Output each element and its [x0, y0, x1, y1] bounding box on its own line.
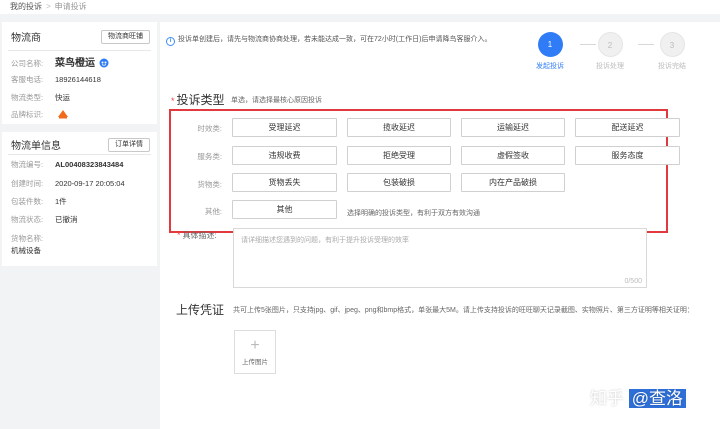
phone-label: 客服电话:	[11, 75, 44, 84]
wangwang-chat-icon[interactable]	[99, 58, 109, 70]
step-2-circle: 2	[597, 32, 623, 57]
other-hint: 选择明确的投诉类型，有利于双方有效沟通	[347, 210, 480, 217]
description-placeholder: 请详细描述您遇到的问题，有利于提升投诉受理的效率	[241, 237, 409, 244]
breadcrumb-current: 申请投诉	[54, 2, 87, 11]
count-value: 1件	[55, 197, 67, 206]
option-product-damaged[interactable]: 内在产品破损	[461, 173, 565, 192]
brand-label: 品牌标识:	[11, 110, 44, 119]
option-refuse-accept[interactable]: 拒绝受理	[347, 146, 451, 165]
goods-value: 机械设备	[11, 246, 41, 255]
carrier-panel: 物流商 物流商旺铺 公司名称: 菜鸟橙运 客服电话: 18926144618 物流类…	[2, 22, 157, 124]
watermark-text-2: @查洛	[628, 389, 686, 408]
order-goods-value-row: 机械设备	[11, 245, 41, 256]
watermark-text-1: 知乎	[590, 389, 624, 408]
complaint-form: i 投诉单创建后，请先与物流商协商处理，若未能达成一致，可在72小时(工作日)后申…	[160, 22, 720, 429]
step-3-circle: 3	[659, 32, 685, 57]
step-2-label: 投诉处理	[596, 63, 624, 70]
order-number-label: 物流编号:	[11, 160, 44, 169]
required-mark: *	[171, 96, 175, 106]
notice-bar: i 投诉单创建后，请先与物流商协商处理，若未能达成一致，可在72小时(工作日)后申…	[166, 34, 491, 46]
divider	[8, 50, 151, 51]
carrier-company-row: 公司名称: 菜鸟橙运	[11, 54, 109, 70]
description-textarea[interactable]: 请详细描述您遇到的问题，有利于提升投诉受理的效率 0/500	[233, 228, 647, 288]
option-false-sign[interactable]: 虚假签收	[461, 146, 565, 165]
description-label-text: 具体描述:	[182, 231, 217, 240]
status-value: 已撤消	[55, 215, 78, 224]
option-service-attitude[interactable]: 服务态度	[575, 146, 680, 165]
description-label: * 具体描述:	[177, 230, 217, 241]
option-accept-delay[interactable]: 受理延迟	[232, 118, 337, 137]
required-mark: *	[177, 230, 181, 240]
option-illegal-fee[interactable]: 违规收费	[232, 146, 337, 165]
option-goods-lost[interactable]: 货物丢失	[232, 173, 337, 192]
upload-hint: 共可上传5张图片，只支持jpg、gif、jpeg、png和bmp格式，单张最大5…	[233, 307, 694, 314]
step-connector	[580, 44, 596, 45]
carrier-phone-row: 客服电话: 18926144618	[11, 74, 101, 85]
order-status-row: 物流状态: 已撤消	[11, 214, 78, 225]
breadcrumb: 我的投诉 > 申请投诉	[0, 0, 720, 14]
created-label: 创建时间:	[11, 179, 44, 188]
complaint-type-title: * 投诉类型	[171, 91, 225, 108]
step-3: 3 投诉完结	[658, 32, 686, 71]
step-1-label: 发起投诉	[536, 63, 564, 70]
breadcrumb-separator: >	[46, 2, 51, 11]
plus-icon: +	[250, 337, 260, 354]
option-transport-delay[interactable]: 运输延迟	[461, 118, 565, 137]
type-value: 快运	[55, 93, 70, 102]
option-delivery-delay[interactable]: 配送延迟	[575, 118, 680, 137]
brand-logo-icon	[57, 109, 69, 121]
upload-title: 上传凭证	[176, 303, 225, 317]
breadcrumb-home[interactable]: 我的投诉	[10, 2, 42, 11]
step-1-circle: 1	[537, 32, 563, 57]
order-count-row: 包装件数: 1件	[11, 196, 67, 207]
phone-value: 18926144618	[55, 75, 101, 84]
row-label-timeliness: 时效类:	[197, 124, 222, 133]
carrier-type-row: 物流类型: 快运	[11, 92, 70, 103]
order-number-value: AL00408323843484	[55, 160, 124, 169]
option-package-damaged[interactable]: 包装破损	[347, 173, 451, 192]
order-title: 物流单信息	[11, 141, 61, 152]
row-label-service: 服务类:	[197, 152, 222, 161]
notice-text: 投诉单创建后，请先与物流商协商处理，若未能达成一致，可在72小时(工作日)后申请…	[178, 36, 492, 43]
step-connector	[638, 44, 654, 45]
created-value: 2020-09-17 20:05:04	[55, 179, 125, 188]
option-pickup-delay[interactable]: 揽收延迟	[347, 118, 451, 137]
divider	[8, 154, 151, 155]
watermark: 知乎 @查洛	[590, 384, 686, 409]
count-label: 包装件数:	[11, 197, 44, 206]
step-3-label: 投诉完结	[658, 63, 686, 70]
carrier-title: 物流商	[11, 33, 41, 44]
complaint-type-hint: 单选，请选择最核心原因投诉	[231, 97, 322, 104]
status-label: 物流状态:	[11, 215, 44, 224]
step-1: 1 发起投诉	[536, 32, 564, 71]
upload-image-label: 上传图片	[242, 359, 268, 366]
order-detail-button[interactable]: 订单详情	[108, 138, 150, 152]
char-counter: 0/500	[624, 278, 642, 285]
order-created-row: 创建时间: 2020-09-17 20:05:04	[11, 178, 125, 189]
company-label: 公司名称:	[11, 59, 44, 68]
carrier-shop-button[interactable]: 物流商旺铺	[101, 30, 150, 44]
complaint-type-title-text: 投诉类型	[176, 93, 225, 107]
upload-image-button[interactable]: + 上传图片	[234, 330, 276, 374]
goods-label: 货物名称:	[11, 234, 44, 243]
row-label-other: 其他:	[204, 207, 222, 216]
order-number-row: 物流编号: AL00408323843484	[11, 159, 123, 170]
type-label: 物流类型:	[11, 93, 44, 102]
info-icon: i	[166, 37, 175, 46]
company-value[interactable]: 菜鸟橙运	[55, 58, 95, 69]
carrier-brand-row: 品牌标识:	[11, 109, 69, 121]
order-panel: 物流单信息 订单详情 物流编号: AL00408323843484 创建时间: 20…	[2, 132, 157, 266]
order-goods-label-row: 货物名称:	[11, 233, 55, 244]
option-other[interactable]: 其他	[232, 200, 337, 219]
step-2: 2 投诉处理	[596, 32, 624, 71]
row-label-goods: 货物类:	[197, 180, 222, 189]
